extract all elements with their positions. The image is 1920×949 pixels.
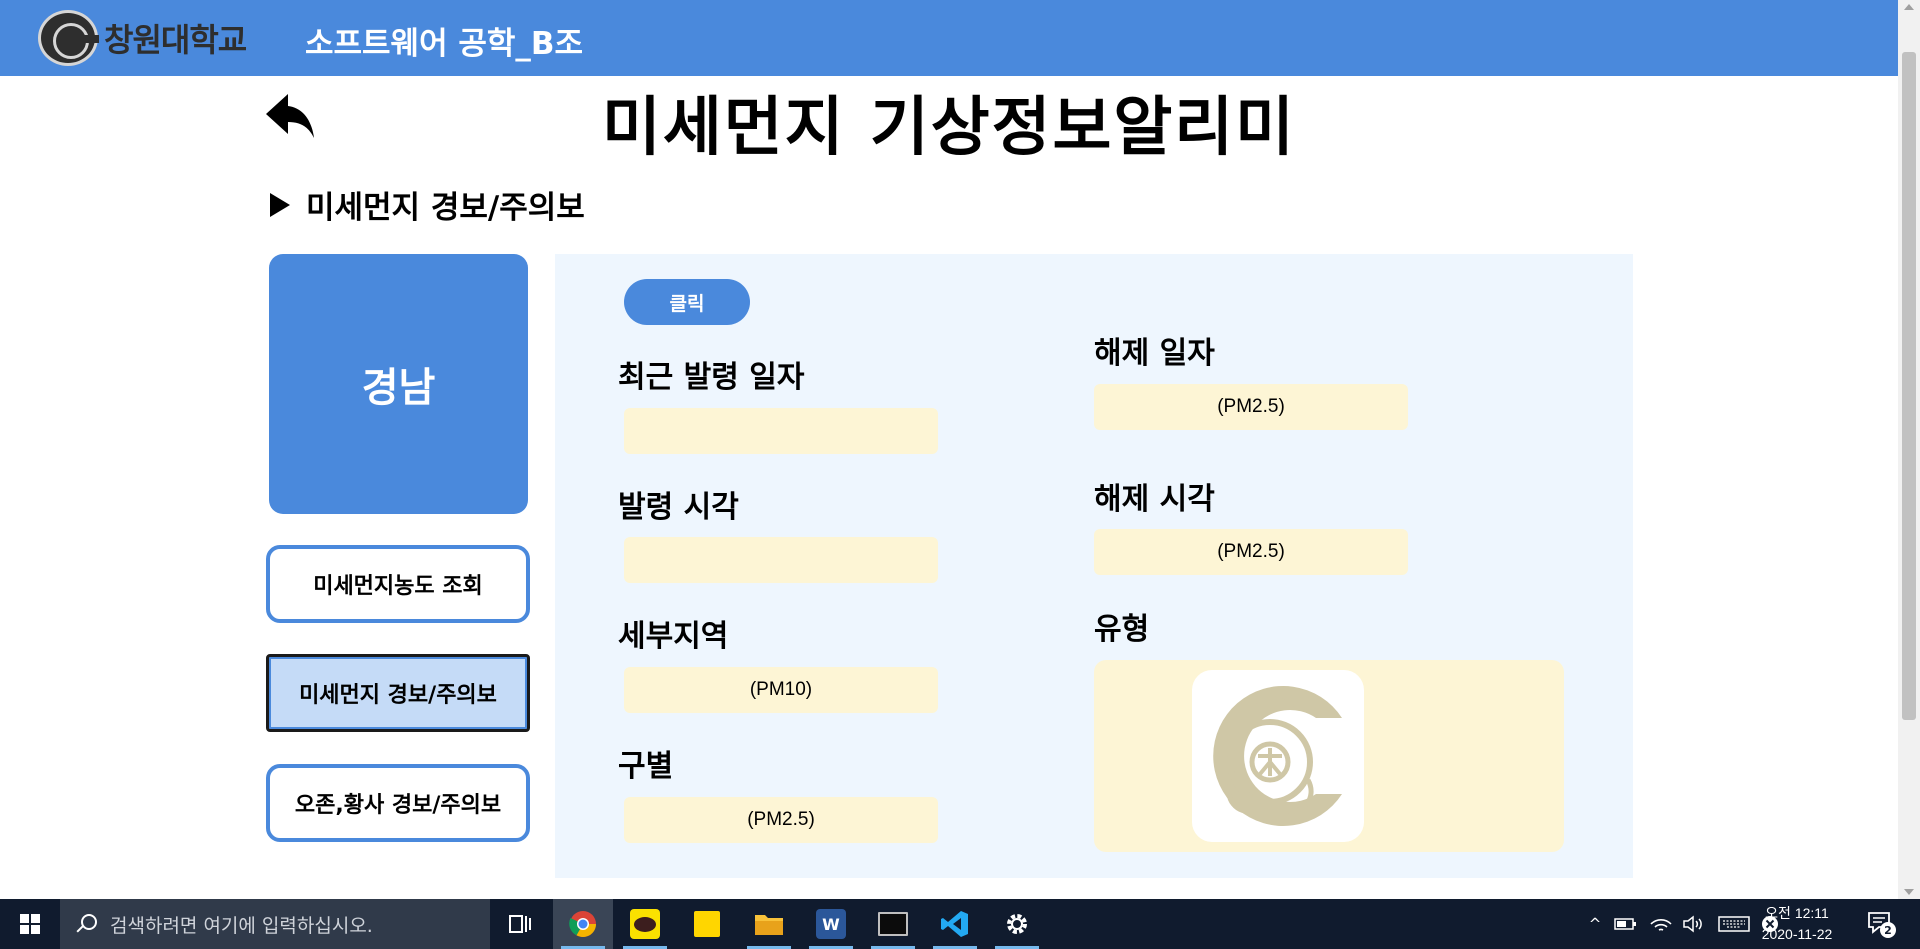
volume-icon[interactable] [1682, 914, 1706, 934]
taskbar-app-kakaotalk[interactable] [615, 899, 675, 949]
notification-count-badge: 2 [1880, 922, 1896, 938]
windows-taskbar: 검색하려면 여기에 입력하십시오. W ^ 오전 12:11 2020-11-2… [0, 899, 1920, 949]
taskbar-app-file-explorer[interactable] [739, 899, 799, 949]
taskbar-app-terminal[interactable] [863, 899, 923, 949]
top-header-bar: 창원대학교 소프트웨어 공학_B조 [0, 0, 1898, 76]
issue-date-label: 최근 발령 일자 [618, 360, 805, 395]
release-time-field: (PM2.5) [1094, 529, 1408, 575]
region-box: 경남 [269, 254, 528, 514]
emblem-icon [1213, 686, 1342, 826]
scroll-down-arrow-icon[interactable] [1904, 889, 1914, 895]
gear-icon [1007, 914, 1027, 934]
taskbar-app-chrome[interactable] [553, 899, 613, 949]
taskbar-app-sticky-notes[interactable] [677, 899, 737, 949]
issue-date-field [624, 408, 938, 454]
nav-button-label: 미세먼지 경보/주의보 [299, 683, 497, 708]
windows-logo-icon [20, 914, 40, 934]
vertical-scrollbar[interactable] [1898, 0, 1920, 899]
category-field: (PM2.5) [624, 797, 938, 843]
task-view-icon [509, 915, 531, 933]
nav-button-ozone-yellowdust-alert[interactable]: 오존,황사 경보/주의보 [266, 764, 530, 842]
district-field: (PM10) [624, 667, 938, 713]
region-name: 경남 [361, 365, 436, 411]
system-tray: ^ [1580, 899, 1780, 949]
app-title: 소프트웨어 공학_B조 [305, 26, 584, 62]
university-logo[interactable]: 창원대학교 [38, 10, 247, 66]
issue-time-field [624, 537, 938, 583]
issue-time-label: 발령 시각 [618, 490, 739, 525]
taskbar-clock[interactable]: 오전 12:11 2020-11-22 [1752, 903, 1842, 945]
nav-button-dust-alert[interactable]: 미세먼지 경보/주의보 [266, 654, 530, 732]
word-icon: W [816, 909, 846, 939]
click-button[interactable]: 클릭 [624, 279, 750, 325]
terminal-icon [878, 912, 908, 936]
wifi-icon[interactable] [1648, 914, 1674, 934]
release-date-label: 해제 일자 [1094, 336, 1215, 371]
taskbar-app-settings[interactable] [987, 899, 1047, 949]
section-title: 미세먼지 경보/주의보 [270, 182, 585, 227]
sticky-notes-icon [694, 911, 720, 937]
page-title: 미세먼지 기상정보알리미 [602, 91, 1296, 165]
release-time-label: 해제 시각 [1094, 482, 1215, 517]
triangle-bullet-icon [270, 192, 290, 217]
category-label: 구별 [618, 749, 674, 784]
nav-button-dust-concentration[interactable]: 미세먼지농도 조회 [266, 545, 530, 623]
district-label: 세부지역 [618, 619, 729, 654]
type-label: 유형 [1094, 612, 1150, 647]
scroll-up-arrow-icon[interactable] [1904, 4, 1914, 10]
keyboard-icon[interactable] [1718, 915, 1750, 933]
scroll-thumb[interactable] [1902, 52, 1916, 720]
search-icon [76, 914, 97, 934]
task-view-button[interactable] [490, 899, 550, 949]
start-button[interactable] [0, 899, 60, 949]
taskbar-search-box[interactable]: 검색하려면 여기에 입력하십시오. [60, 899, 490, 949]
type-display-box [1094, 660, 1564, 852]
logo-text: 창원대학교 [104, 21, 247, 59]
taskbar-app-word[interactable]: W [801, 899, 861, 949]
university-emblem-image [1192, 670, 1364, 842]
search-placeholder: 검색하려면 여기에 입력하십시오. [110, 914, 373, 937]
chevron-up-icon[interactable]: ^ [1580, 915, 1610, 933]
release-date-field: (PM2.5) [1094, 384, 1408, 430]
vscode-icon [941, 911, 968, 937]
taskbar-app-vscode[interactable] [925, 899, 985, 949]
notification-center-button[interactable]: 2 [1866, 909, 1896, 939]
university-seal-icon [38, 10, 99, 66]
folder-icon [755, 915, 783, 935]
clock-time: 오전 12:11 [1765, 905, 1829, 921]
section-title-text: 미세먼지 경보/주의보 [306, 190, 585, 226]
clock-date: 2020-11-22 [1761, 926, 1833, 942]
kakaotalk-icon [630, 909, 660, 939]
nav-button-label: 미세먼지농도 조회 [313, 574, 483, 599]
battery-icon[interactable] [1614, 917, 1638, 931]
chrome-icon [569, 911, 597, 938]
nav-button-label: 오존,황사 경보/주의보 [294, 793, 502, 818]
